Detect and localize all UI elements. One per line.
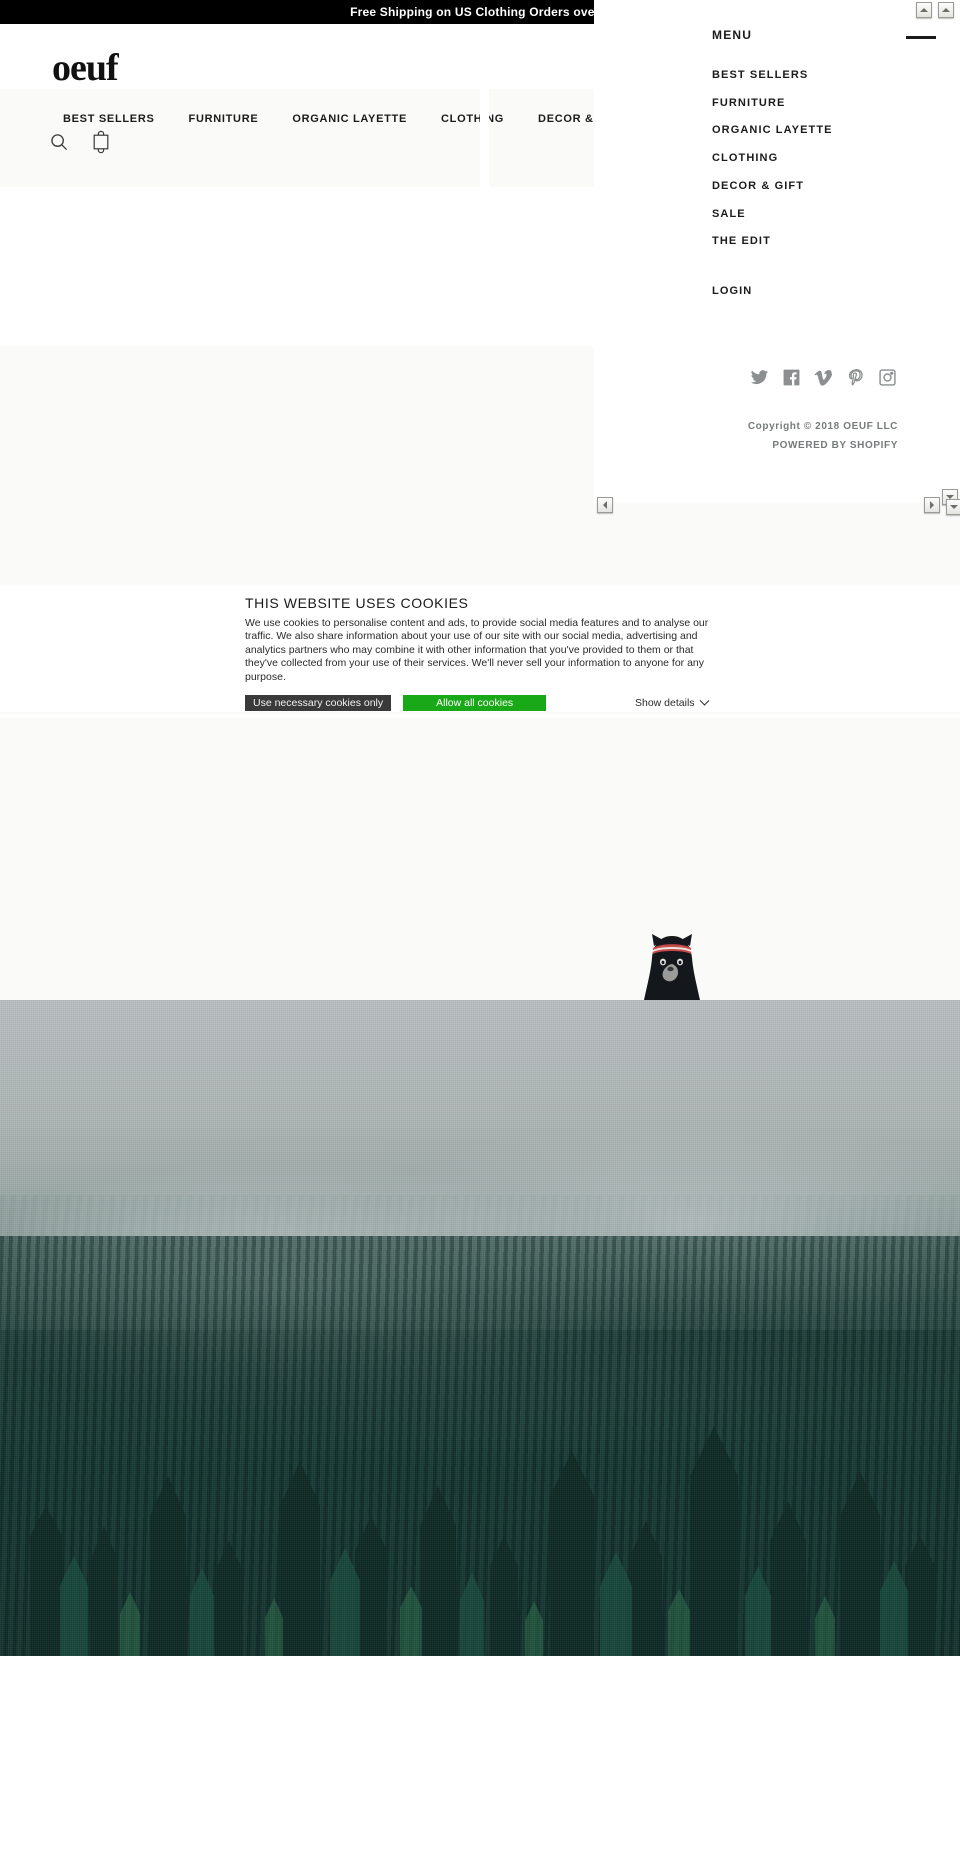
nav-item-organic-layette[interactable]: ORGANIC LAYETTE [275,113,424,125]
list-item: CLOTHING [712,145,833,173]
cookie-title: THIS WEBSITE USES COOKIES [245,595,469,611]
nav-item-furniture[interactable]: FURNITURE [172,113,276,125]
menu-item-sale[interactable]: SALE [712,201,833,229]
cookie-consent-banner: THIS WEBSITE USES COOKIES We use cookies… [0,585,960,712]
menu-item-login[interactable]: LOGIN [712,285,752,297]
scroll-up-arrow[interactable] [916,2,932,18]
show-details-toggle[interactable]: Show details [635,695,709,710]
scroll-right-arrow[interactable] [924,497,940,513]
nav-icon-group [46,127,114,157]
forest-hero-image [0,1000,960,1656]
menu-item-decor-gift[interactable]: DECOR & GIFT [712,173,833,201]
menu-item-best-sellers[interactable]: BEST SELLERS [712,62,833,90]
minus-icon[interactable] [906,36,936,39]
chevron-down-icon [699,695,709,706]
vimeo-icon[interactable] [813,367,833,387]
nav-strip-gap [480,89,489,187]
slide-out-menu: MENU BEST SELLERS FURNITURE ORGANIC LAYE… [594,0,960,503]
scroll-up-arrow-2[interactable] [938,2,954,18]
forest-canopy [30,1426,935,1656]
scroll-down-arrow-2[interactable] [946,499,960,515]
list-item: THE EDIT [712,228,833,256]
social-links [749,367,897,387]
slide-menu-header: MENU [594,24,960,58]
powered-by-text: POWERED BY SHOPIFY [772,440,898,451]
show-details-label: Show details [635,697,695,710]
menu-footer: Copyright © 2018 OEUF LLC POWERED BY SHO… [594,418,960,455]
menu-item-organic-layette[interactable]: ORGANIC LAYETTE [712,117,833,145]
allow-all-cookies-button[interactable]: Allow all cookies [403,694,547,711]
search-icon[interactable] [46,127,72,157]
content-band-three [0,718,960,1000]
list-item: DECOR & GIFT [712,173,833,201]
menu-item-the-edit[interactable]: THE EDIT [712,228,833,256]
facebook-icon[interactable] [781,367,801,387]
list-item: FURNITURE [712,90,833,118]
list-item: ORGANIC LAYETTE [712,117,833,145]
cookie-description: We use cookies to personalise content an… [245,617,709,683]
nav-item-clothing[interactable]: CLOTHING [424,113,521,125]
slide-menu-title: MENU [712,28,753,42]
twitter-icon[interactable] [749,367,769,387]
copyright-text: Copyright © 2018 OEUF LLC [747,421,898,432]
list-item: BEST SELLERS [712,62,833,90]
menu-item-furniture[interactable]: FURNITURE [712,90,833,118]
cart-icon[interactable] [88,127,114,157]
pinterest-icon[interactable] [845,367,865,387]
promo-banner-text: Free Shipping on US Clothing Orders over… [350,5,610,19]
menu-item-clothing[interactable]: CLOTHING [712,145,833,173]
page-root: Free Shipping on US Clothing Orders over… [0,0,960,1875]
bear-mascot [632,920,712,1000]
instagram-icon[interactable] [877,367,897,387]
scroll-left-arrow[interactable] [597,497,613,513]
cookie-actions: Use necessary cookies only Allow all coo… [245,694,715,711]
slide-menu-list: BEST SELLERS FURNITURE ORGANIC LAYETTE C… [712,62,833,256]
list-item: SALE [712,201,833,229]
cookie-consent-content: THIS WEBSITE USES COOKIES We use cookies… [245,595,715,711]
nav-item-best-sellers[interactable]: BEST SELLERS [46,113,172,125]
site-logo[interactable]: oeuf [52,49,119,87]
use-necessary-cookies-button[interactable]: Use necessary cookies only [245,694,392,711]
